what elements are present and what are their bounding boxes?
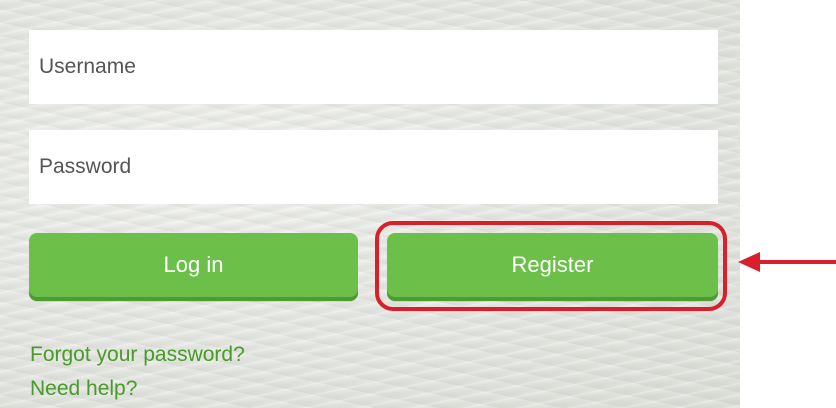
register-button[interactable]: Register [387,233,718,301]
need-help-link[interactable]: Need help? [30,377,137,401]
password-input[interactable] [29,130,718,204]
arrow-left-icon [738,252,836,272]
forgot-password-link[interactable]: Forgot your password? [30,343,245,367]
username-input[interactable] [29,30,718,104]
login-button[interactable]: Log in [29,233,358,301]
login-screen: Log in Register Forgot your password? Ne… [0,0,836,408]
